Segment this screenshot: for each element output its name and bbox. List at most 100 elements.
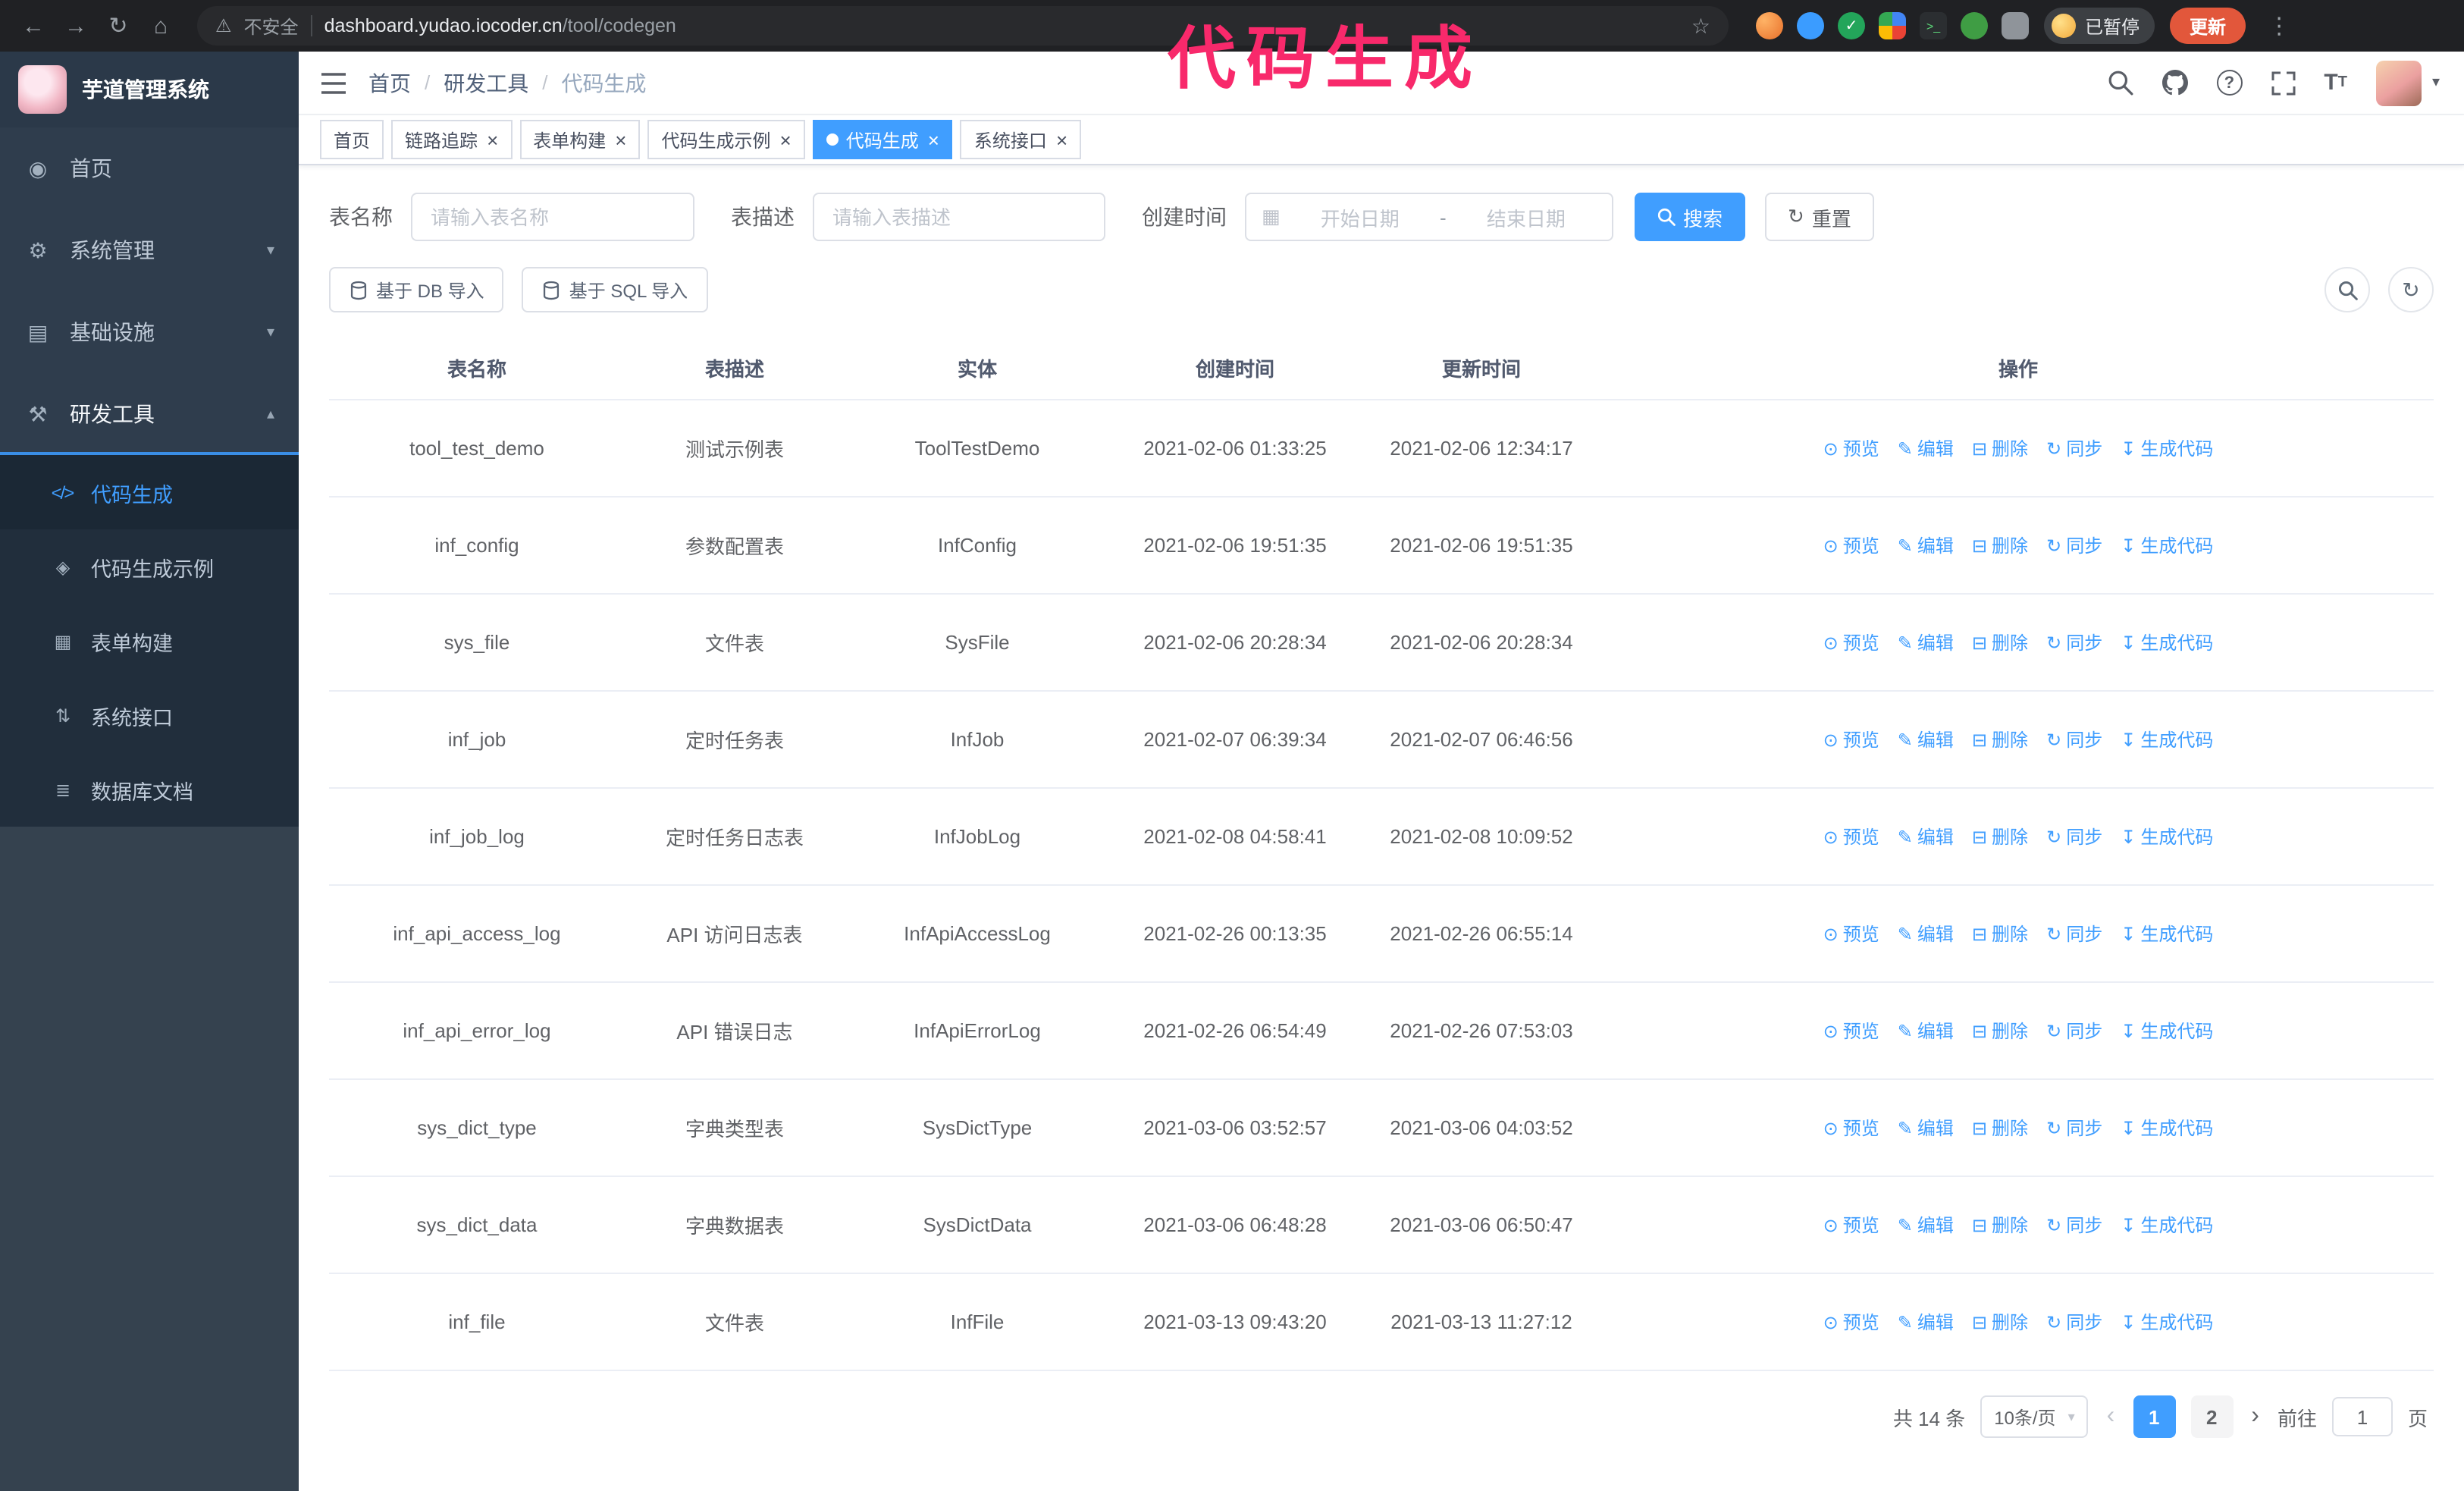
reset-button[interactable]: ↻ 重置 — [1765, 193, 1874, 241]
sync-link[interactable]: ↻ 同步 — [2046, 824, 2102, 849]
sidebar-item-db-doc[interactable]: ≣ 数据库文档 — [0, 752, 299, 827]
tab-home[interactable]: 首页 — [320, 120, 384, 159]
sidebar-item-codegen[interactable]: </> 代码生成 — [0, 455, 299, 529]
check-extension-icon[interactable]: ✓ — [1838, 12, 1865, 39]
people-extension-icon[interactable] — [1879, 12, 1906, 39]
sidebar-item-codegen-example[interactable]: ◈ 代码生成示例 — [0, 529, 299, 604]
tab-form-builder[interactable]: 表单构建 × — [519, 120, 641, 159]
preview-link[interactable]: ⊙ 预览 — [1823, 824, 1879, 849]
delete-link[interactable]: ⊟ 删除 — [1972, 824, 2028, 849]
delete-link[interactable]: ⊟ 删除 — [1972, 727, 2028, 752]
sidebar-item-home[interactable]: ◉ 首页 — [0, 127, 299, 209]
sync-link[interactable]: ↻ 同步 — [2046, 921, 2102, 946]
prev-page-button[interactable]: ‹ — [2104, 1403, 2118, 1430]
search-button[interactable]: 搜索 — [1635, 193, 1746, 241]
page-size-select[interactable]: 10条/页 ▾ — [1980, 1395, 2089, 1438]
close-icon[interactable]: × — [928, 130, 939, 149]
goto-page-input[interactable] — [2331, 1397, 2393, 1436]
edit-link[interactable]: ✎ 编辑 — [1898, 1309, 1954, 1335]
font-size-icon[interactable]: TT — [2324, 71, 2347, 94]
edit-link[interactable]: ✎ 编辑 — [1898, 727, 1954, 752]
edit-link[interactable]: ✎ 编辑 — [1898, 1018, 1954, 1044]
close-icon[interactable]: × — [1056, 130, 1067, 149]
sync-link[interactable]: ↻ 同步 — [2046, 1212, 2102, 1238]
leaf-extension-icon[interactable] — [1961, 12, 1988, 39]
address-bar[interactable]: ⚠︎ 不安全 dashboard.yudao.iocoder.cn/tool/c… — [197, 6, 1729, 46]
sync-link[interactable]: ↻ 同步 — [2046, 435, 2102, 461]
delete-link[interactable]: ⊟ 删除 — [1972, 1018, 2028, 1044]
tab-trace[interactable]: 链路追踪 × — [391, 120, 513, 159]
puzzle-extension-icon[interactable] — [2002, 12, 2029, 39]
reload-icon[interactable]: ↻ — [100, 12, 136, 39]
edit-link[interactable]: ✎ 编辑 — [1898, 1115, 1954, 1141]
generate-link[interactable]: ↧ 生成代码 — [2121, 727, 2213, 752]
profile-paused-badge[interactable]: 已暂停 — [2044, 8, 2155, 44]
sidebar-item-infra[interactable]: ▤ 基础设施 ▾ — [0, 291, 299, 373]
delete-link[interactable]: ⊟ 删除 — [1972, 629, 2028, 655]
delete-link[interactable]: ⊟ 删除 — [1972, 1309, 2028, 1335]
sync-link[interactable]: ↻ 同步 — [2046, 629, 2102, 655]
sync-link[interactable]: ↻ 同步 — [2046, 1018, 2102, 1044]
sidebar-item-system[interactable]: ⚙︎ 系统管理 ▾ — [0, 209, 299, 291]
delete-link[interactable]: ⊟ 删除 — [1972, 1115, 2028, 1141]
delete-link[interactable]: ⊟ 删除 — [1972, 921, 2028, 946]
bookmark-star-icon[interactable]: ☆ — [1691, 13, 1710, 39]
back-icon[interactable]: ← — [15, 13, 52, 39]
tab-codegen-example[interactable]: 代码生成示例 × — [647, 120, 805, 159]
close-icon[interactable]: × — [615, 130, 626, 149]
generate-link[interactable]: ↧ 生成代码 — [2121, 1018, 2213, 1044]
preview-link[interactable]: ⊙ 预览 — [1823, 727, 1879, 752]
edit-link[interactable]: ✎ 编辑 — [1898, 629, 1954, 655]
generate-link[interactable]: ↧ 生成代码 — [2121, 435, 2213, 461]
user-menu-caret-icon[interactable]: ▾ — [2432, 74, 2440, 91]
table-name-input[interactable] — [411, 193, 694, 241]
drop-extension-icon[interactable] — [1797, 12, 1824, 39]
browser-menu-icon[interactable]: ⋮ — [2261, 12, 2297, 39]
sidebar-item-form-builder[interactable]: ▦ 表单构建 — [0, 604, 299, 678]
next-page-button[interactable]: › — [2248, 1403, 2262, 1430]
toggle-search-button[interactable] — [2324, 267, 2370, 312]
table-desc-input[interactable] — [813, 193, 1105, 241]
app-logo[interactable]: 芋道管理系统 — [0, 52, 299, 127]
github-icon[interactable] — [2161, 70, 2188, 96]
sync-link[interactable]: ↻ 同步 — [2046, 1309, 2102, 1335]
forward-icon[interactable]: → — [58, 13, 94, 39]
sidebar-item-devtools[interactable]: ⚒︎ 研发工具 ▴ — [0, 373, 299, 455]
terminal-extension-icon[interactable]: >_ — [1920, 12, 1947, 39]
preview-link[interactable]: ⊙ 预览 — [1823, 921, 1879, 946]
close-icon[interactable]: × — [780, 130, 792, 149]
refresh-button[interactable]: ↻ — [2388, 267, 2434, 312]
sync-link[interactable]: ↻ 同步 — [2046, 1115, 2102, 1141]
page-button-1[interactable]: 1 — [2133, 1395, 2176, 1438]
user-avatar[interactable] — [2375, 60, 2422, 105]
preview-link[interactable]: ⊙ 预览 — [1823, 1018, 1879, 1044]
generate-link[interactable]: ↧ 生成代码 — [2121, 1309, 2213, 1335]
breadcrumb-item[interactable]: 研发工具 — [444, 67, 528, 98]
generate-link[interactable]: ↧ 生成代码 — [2121, 532, 2213, 558]
edit-link[interactable]: ✎ 编辑 — [1898, 921, 1954, 946]
browser-update-button[interactable]: 更新 — [2170, 8, 2246, 44]
fox-extension-icon[interactable] — [1756, 12, 1783, 39]
preview-link[interactable]: ⊙ 预览 — [1823, 629, 1879, 655]
generate-link[interactable]: ↧ 生成代码 — [2121, 1115, 2213, 1141]
generate-link[interactable]: ↧ 生成代码 — [2121, 629, 2213, 655]
search-icon[interactable] — [2107, 70, 2133, 96]
breadcrumb-item[interactable]: 首页 — [368, 67, 411, 98]
generate-link[interactable]: ↧ 生成代码 — [2121, 1212, 2213, 1238]
edit-link[interactable]: ✎ 编辑 — [1898, 1212, 1954, 1238]
hamburger-icon[interactable] — [320, 72, 347, 93]
sync-link[interactable]: ↻ 同步 — [2046, 727, 2102, 752]
import-db-button[interactable]: 基于 DB 导入 — [329, 267, 504, 312]
sidebar-item-system-api[interactable]: ⇅ 系统接口 — [0, 678, 299, 752]
sync-link[interactable]: ↻ 同步 — [2046, 532, 2102, 558]
create-time-range-picker[interactable]: ▦ 开始日期 - 结束日期 — [1245, 193, 1613, 241]
fullscreen-icon[interactable] — [2271, 71, 2295, 95]
edit-link[interactable]: ✎ 编辑 — [1898, 435, 1954, 461]
edit-link[interactable]: ✎ 编辑 — [1898, 824, 1954, 849]
help-icon[interactable]: ? — [2216, 70, 2243, 96]
delete-link[interactable]: ⊟ 删除 — [1972, 435, 2028, 461]
preview-link[interactable]: ⊙ 预览 — [1823, 1115, 1879, 1141]
generate-link[interactable]: ↧ 生成代码 — [2121, 824, 2213, 849]
home-icon[interactable]: ⌂ — [143, 13, 179, 39]
preview-link[interactable]: ⊙ 预览 — [1823, 1309, 1879, 1335]
